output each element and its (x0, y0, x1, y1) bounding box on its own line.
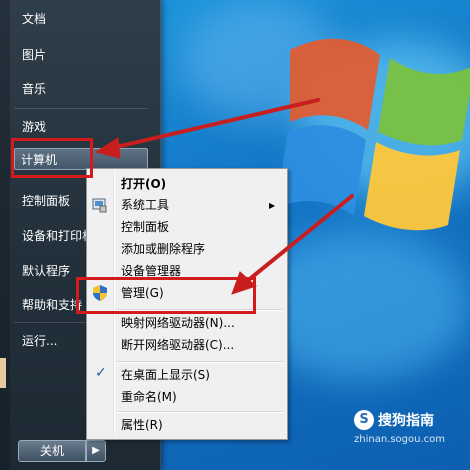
watermark-url: zhinan.sogou.com (354, 434, 446, 445)
watermark-name: 搜狗指南 (378, 413, 434, 429)
highlight-box-computer (11, 138, 93, 178)
left-edge-tab (0, 358, 6, 388)
sogou-logo-icon: S (354, 410, 374, 430)
cm-item-show-on-desktop[interactable]: 在桌面上显示(S) (121, 365, 210, 385)
check-mark-icon: ✓ (95, 365, 107, 381)
system-tools-icon (92, 198, 107, 213)
shutdown-button[interactable]: 关机 (18, 440, 86, 462)
start-menu-edge (0, 0, 10, 470)
menu-divider (14, 108, 148, 109)
start-item-pictures[interactable]: 图片 (22, 44, 147, 66)
cm-item-map-network-drive[interactable]: 映射网络驱动器(N)... (121, 313, 235, 333)
cm-item-properties[interactable]: 属性(R) (121, 415, 163, 435)
cm-item-disconnect-network-drive[interactable]: 断开网络驱动器(C)... (121, 335, 234, 355)
submenu-arrow-icon: ▶ (269, 201, 276, 210)
context-menu-divider (117, 411, 283, 413)
shutdown-options-button[interactable]: ▶ (86, 440, 106, 462)
cm-item-system-tools[interactable]: 系统工具 (121, 195, 169, 215)
cm-item-add-remove-programs[interactable]: 添加或删除程序 (121, 239, 205, 259)
cm-item-rename[interactable]: 重命名(M) (121, 387, 177, 407)
start-item-music[interactable]: 音乐 (22, 78, 147, 100)
watermark: S 搜狗指南 zhinan.sogou.com (354, 410, 445, 445)
start-item-games[interactable]: 游戏 (22, 116, 147, 138)
start-item-documents[interactable]: 文档 (22, 8, 147, 30)
cm-item-open[interactable]: 打开(O) (121, 174, 166, 194)
cm-item-control-panel[interactable]: 控制面板 (121, 217, 169, 237)
highlight-box-manage (76, 277, 256, 314)
context-menu-divider (117, 361, 283, 363)
